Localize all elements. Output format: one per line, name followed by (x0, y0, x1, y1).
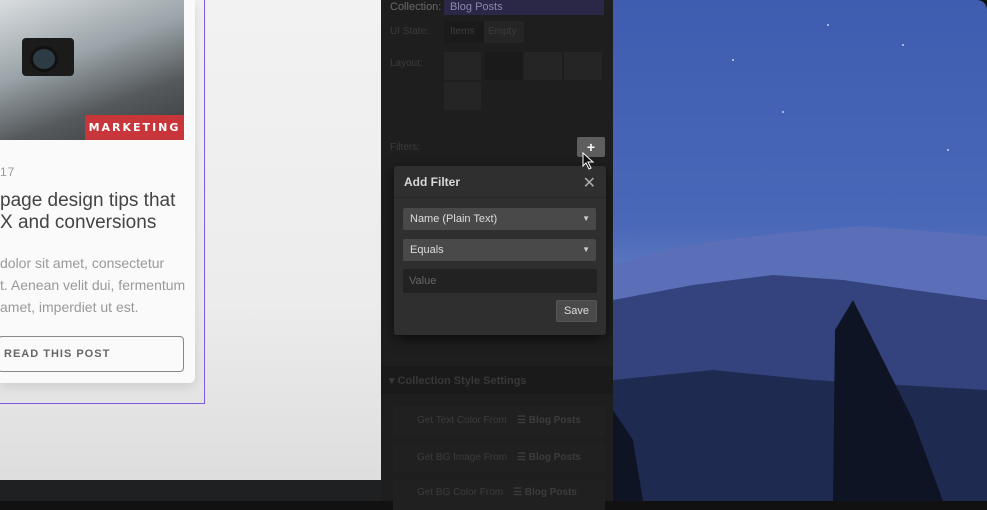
database-icon: ☰ (513, 487, 525, 498)
add-filter-popup: Add Filter ✕ Name (Plain Text) ▼ Equals ▼ S… (394, 166, 606, 335)
mouse-cursor-icon (582, 152, 595, 170)
row-label: Get BG Color From (417, 487, 504, 498)
ui-state-option-label: Items (450, 26, 475, 37)
dropdown-arrow-icon: ▼ (582, 214, 590, 223)
style-row[interactable]: Get BG Image From ☰ Blog Posts (393, 443, 605, 473)
collection-value: Blog Posts (450, 1, 503, 13)
layout-4-col[interactable] (524, 52, 562, 80)
ui-state-option-label: Empty (488, 26, 517, 37)
layout-2-col[interactable] (444, 52, 481, 80)
style-row[interactable]: Get BG Color From ☰ Blog Posts (393, 480, 605, 510)
background-photo (613, 0, 987, 501)
field-select[interactable]: Name (Plain Text) ▼ (403, 208, 596, 230)
popup-header: Add Filter ✕ (394, 166, 606, 198)
bottom-bar (0, 480, 381, 501)
layout-6-col[interactable] (564, 52, 602, 80)
style-section-header[interactable]: ▾ Collection Style Settings (381, 366, 613, 394)
section-title-text: Collection Style Settings (397, 375, 527, 387)
source-name: Blog Posts (528, 452, 581, 463)
row-source: ☰ Blog Posts (513, 487, 577, 498)
collection-select[interactable]: Blog Posts (444, 0, 604, 15)
caret-down-icon: ▾ (389, 375, 398, 387)
close-icon[interactable]: ✕ (583, 173, 596, 193)
row-source: ☰ Blog Posts (517, 452, 581, 463)
layout-label: Layout: (390, 58, 423, 69)
source-name: Blog Posts (528, 415, 581, 426)
field-value: Name (Plain Text) (410, 213, 498, 225)
style-row[interactable]: Get Text Color From ☰ Blog Posts (393, 406, 605, 436)
layout-list[interactable] (444, 82, 481, 110)
ui-state-items[interactable]: Items (444, 21, 484, 43)
filters-label: Filters: (390, 142, 420, 153)
selection-outline (0, 0, 205, 404)
popup-title: Add Filter (404, 175, 460, 189)
value-input[interactable] (403, 269, 597, 293)
ui-state-label: UI State: (390, 26, 429, 37)
database-icon: ☰ (517, 452, 529, 463)
row-label: Get BG Image From (417, 452, 508, 463)
mountain-image (613, 24, 987, 501)
operator-value: Equals (410, 244, 444, 256)
section-title: ▾ Collection Style Settings (389, 374, 527, 387)
collection-label: Collection: (390, 1, 442, 13)
row-source: ☰ Blog Posts (517, 415, 581, 426)
dropdown-arrow-icon: ▼ (582, 245, 590, 254)
database-icon: ☰ (517, 415, 529, 426)
canvas-area: MARKETING 17 page design tips that X and … (0, 0, 381, 501)
ui-state-empty[interactable]: Empty (484, 21, 524, 43)
operator-select[interactable]: Equals ▼ (403, 239, 596, 261)
source-name: Blog Posts (524, 487, 577, 498)
save-button[interactable]: Save (556, 300, 597, 322)
layout-3-col[interactable] (485, 52, 522, 80)
row-label: Get Text Color From (417, 415, 507, 426)
